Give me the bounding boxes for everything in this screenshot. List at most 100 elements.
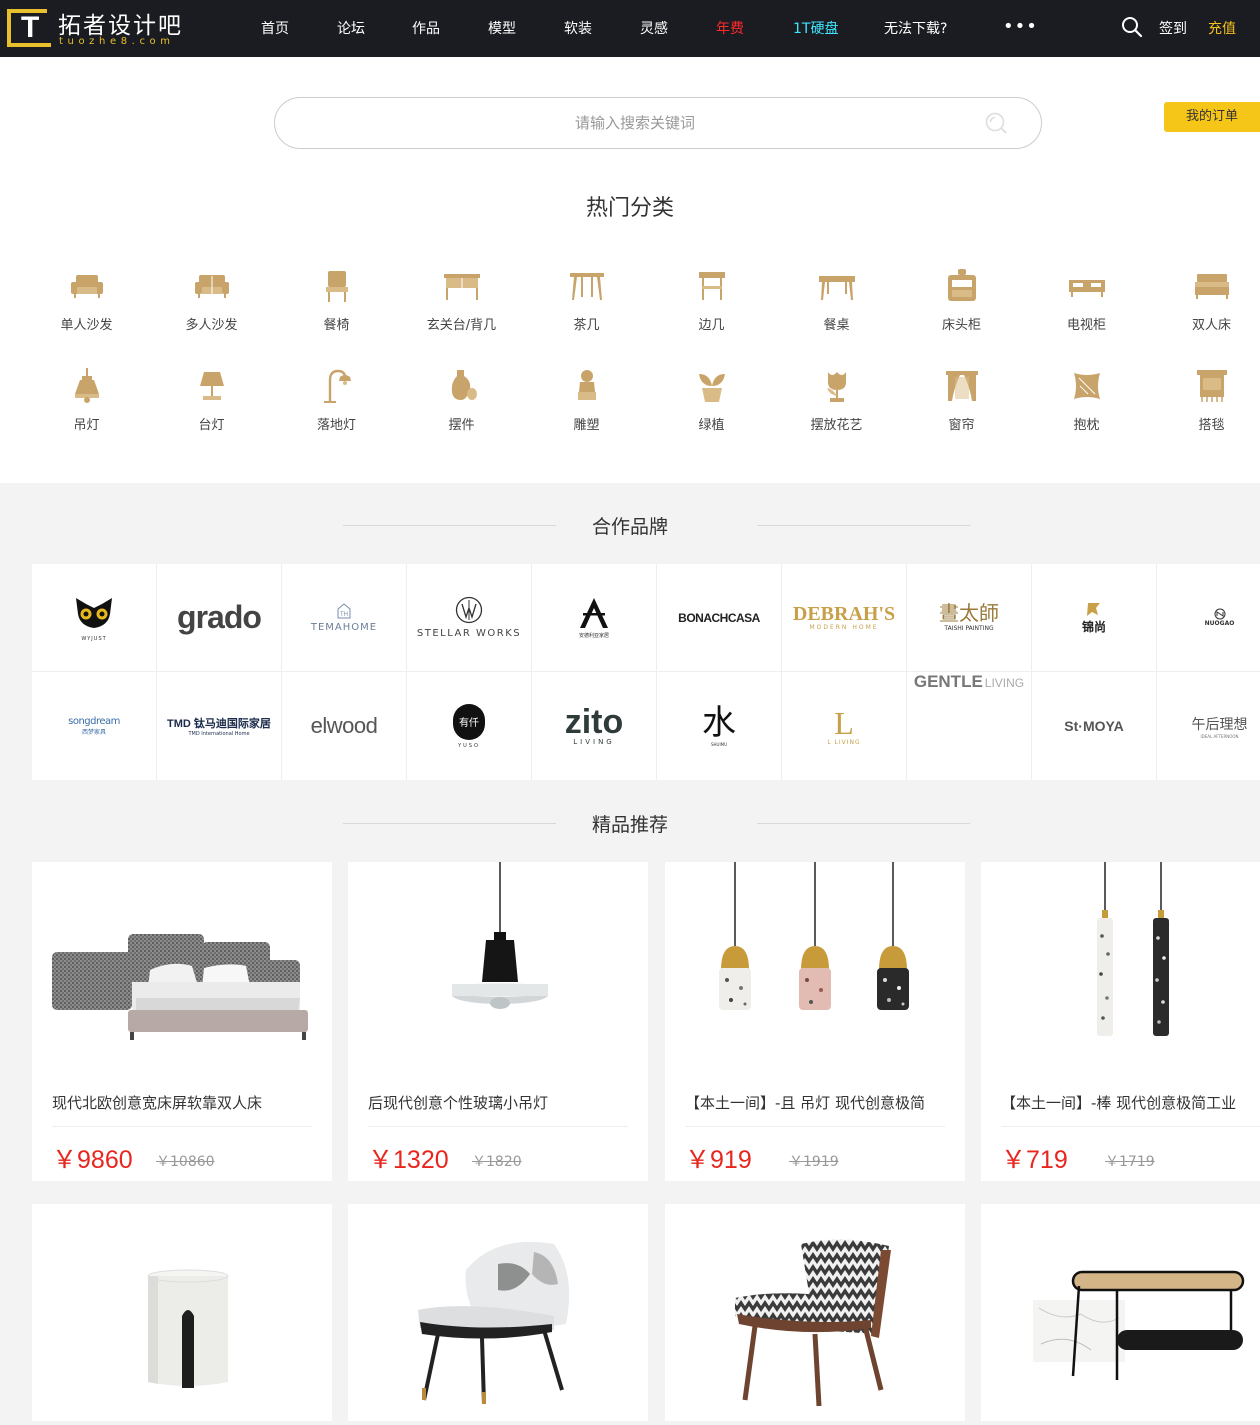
curtain-icon: [945, 371, 978, 401]
brand-name: BONACHCASA: [678, 610, 760, 625]
brand-songdream[interactable]: songdream 西梦家具: [32, 672, 157, 780]
brand-shuimu[interactable]: 水 SHUIMU: [657, 672, 782, 780]
product-card[interactable]: [665, 1204, 965, 1421]
armchair-icon: [70, 275, 103, 298]
brand-nuogao[interactable]: NUOGAO: [1157, 564, 1260, 672]
nav-cannot-download[interactable]: 无法下载?: [884, 18, 947, 38]
nav-inspiration[interactable]: 灵感: [640, 18, 668, 38]
category-curtain[interactable]: 窗帘: [899, 368, 1024, 438]
brand-subtitle: TAISHI PAINTING: [944, 625, 994, 632]
brand-subtitle: SHUIMU: [710, 741, 728, 747]
category-double-bed[interactable]: 双人床: [1149, 268, 1260, 338]
brand-yuso[interactable]: 有仟 YUSO: [407, 672, 532, 780]
product-card[interactable]: 【本土一间】-棒 现代创意极简工业 ￥719 ￥1719: [981, 862, 1260, 1181]
brand-jinshang[interactable]: 锦尚: [1032, 564, 1157, 672]
nav-forum[interactable]: 论坛: [337, 18, 365, 38]
category-side-table[interactable]: 边几: [649, 268, 774, 338]
category-dining-table[interactable]: 餐桌: [774, 268, 899, 338]
category-plant[interactable]: 绿植: [649, 368, 774, 438]
category-armchair[interactable]: 单人沙发: [24, 268, 149, 338]
price-value: 9860: [77, 1146, 133, 1174]
my-orders-button[interactable]: 我的订单: [1164, 102, 1260, 132]
original-price-value: 1820: [486, 1154, 522, 1170]
search-submit-icon[interactable]: [984, 111, 1008, 135]
category-sculpture[interactable]: 雕塑: [524, 368, 649, 438]
brand-zito[interactable]: zito LIVING: [532, 672, 657, 780]
nuogao-emblem: [1214, 608, 1225, 620]
product-name: 后现代创意个性玻璃小吊灯: [368, 1094, 549, 1112]
recharge-link[interactable]: 充值: [1208, 18, 1236, 38]
search-icon[interactable]: [1121, 16, 1143, 38]
brand-stellar-works[interactable]: STELLAR WORKS: [407, 564, 532, 672]
product-card[interactable]: [32, 1204, 332, 1421]
recommend-title: 精品推荐: [591, 814, 668, 836]
brand-tmd[interactable]: TMD 钛马迪国际家居 TMD International Home: [157, 672, 282, 780]
brand-subtitle: LIVING: [573, 738, 615, 746]
nav-1t-harddisk[interactable]: 1T硬盘: [793, 18, 838, 38]
category-label: 餐桌: [823, 318, 850, 333]
brand-name: songdream: [68, 716, 120, 727]
category-tv-cabinet[interactable]: 电视柜: [1024, 268, 1149, 338]
search-input[interactable]: [295, 110, 975, 136]
brand-subtitle: YUSO: [458, 742, 480, 749]
brand-taishi[interactable]: 晝太師 TAISHI PAINTING: [907, 564, 1032, 672]
category-pendant-lamp[interactable]: 吊灯: [24, 368, 149, 438]
brand-wyjust[interactable]: WYJUST: [32, 564, 157, 672]
brand-temahome[interactable]: TH TEMAHOME: [282, 564, 407, 672]
category-nightstand[interactable]: 床头柜: [899, 268, 1024, 338]
product-price: ￥1320: [368, 1140, 449, 1176]
brand-andeli[interactable]: 安德利亚家居: [532, 564, 657, 672]
brand-bonachcasa[interactable]: BONACHCASA: [657, 564, 782, 672]
product-card[interactable]: 后现代创意个性玻璃小吊灯 ￥1320 ￥1820: [348, 862, 648, 1181]
category-flower-arrangement[interactable]: 摆放花艺: [774, 368, 899, 438]
category-ornament[interactable]: 摆件: [399, 368, 524, 438]
more-menu-icon[interactable]: •••: [1003, 16, 1038, 37]
product-card[interactable]: 【本土一间】-且 吊灯 现代创意极简 ￥919 ￥1919: [665, 862, 965, 1181]
product-card[interactable]: 现代北欧创意宽床屏软靠双人床 ￥9860 ￥10860: [32, 862, 332, 1181]
brand-name: L: [834, 704, 854, 741]
brand-grado[interactable]: grado: [157, 564, 282, 672]
nav-annual-fee[interactable]: 年费: [716, 18, 744, 38]
category-label: 摆件: [448, 418, 475, 433]
dining-table-icon: [818, 276, 855, 300]
nav-models[interactable]: 模型: [488, 18, 516, 38]
brand-l-living[interactable]: L L LIVING: [782, 672, 907, 780]
owl-logo: [76, 597, 112, 628]
category-blanket[interactable]: 搭毯: [1149, 368, 1260, 438]
product-card[interactable]: [981, 1204, 1260, 1421]
product-card[interactable]: [348, 1204, 648, 1421]
logo-mark: T: [7, 9, 51, 47]
nav-works[interactable]: 作品: [412, 18, 440, 38]
brand-debrahs[interactable]: DEBRAH'S MODERN HOME: [782, 564, 907, 672]
category-label: 绿植: [698, 418, 725, 433]
category-console-table[interactable]: 玄关台/背几: [399, 268, 524, 338]
yuso-badge: 有仟: [453, 703, 485, 740]
original-price: ￥10860: [156, 1151, 215, 1171]
brand-name: DEBRAH'S: [792, 603, 896, 625]
sofa-icon: [194, 275, 229, 298]
brand-gentle-living[interactable]: GENTLE LIVING: [907, 672, 1032, 780]
category-sofa[interactable]: 多人沙发: [149, 268, 274, 338]
nav-soft-decoration[interactable]: 软装: [564, 18, 592, 38]
category-table-lamp[interactable]: 台灯: [149, 368, 274, 438]
product-image-tube-pendants: [1097, 862, 1169, 1036]
brand-ideal-afternoon[interactable]: 午后理想 IDEAL AFTERNOON: [1157, 672, 1260, 780]
category-pillow[interactable]: 抱枕: [1024, 368, 1149, 438]
category-label: 搭毯: [1198, 418, 1225, 433]
site-logo[interactable]: T 拓者设计吧 tuozhe8.com: [7, 8, 187, 50]
brand-st-moya[interactable]: St·MOYA: [1032, 672, 1157, 780]
svg-text:TH: TH: [340, 612, 348, 618]
brand-elwood[interactable]: elwood: [282, 672, 407, 780]
category-coffee-table[interactable]: 茶几: [524, 268, 649, 338]
product-name: 现代北欧创意宽床屏软靠双人床: [52, 1094, 263, 1112]
signin-link[interactable]: 签到: [1159, 18, 1187, 38]
category-dining-chair[interactable]: 餐椅: [274, 268, 399, 338]
original-price: ￥1919: [789, 1151, 839, 1171]
brand-grid: WYJUST grado TH TEMAHOME STELLAR WORKS 安…: [32, 564, 1260, 780]
card-divider: [52, 1126, 312, 1127]
brand-subtitle: LIVING: [984, 676, 1025, 690]
product-price: ￥919: [685, 1140, 752, 1176]
nav-home[interactable]: 首页: [261, 18, 289, 38]
category-floor-lamp[interactable]: 落地灯: [274, 368, 399, 438]
currency-symbol: ￥: [1001, 1146, 1027, 1174]
